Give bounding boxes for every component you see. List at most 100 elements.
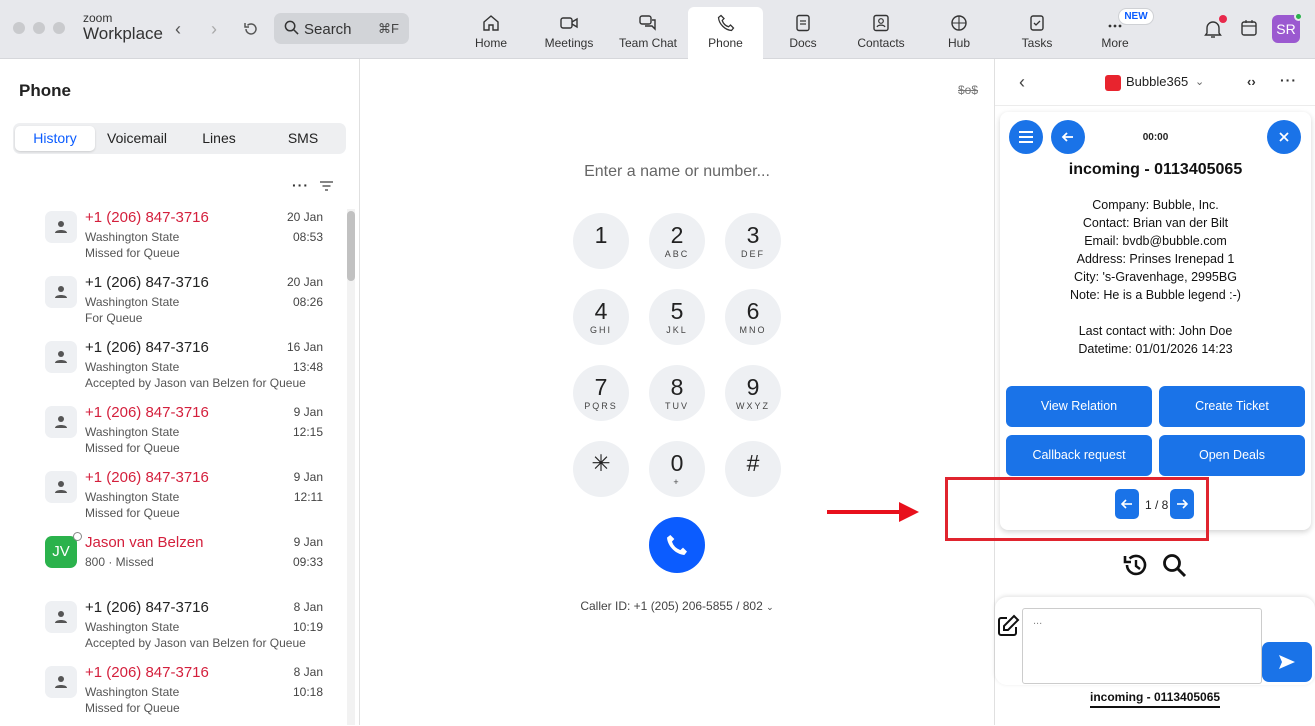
tab-meetings[interactable]: Meetings xyxy=(540,7,598,59)
dial-key-6[interactable]: 6 MNO xyxy=(725,289,781,345)
person-icon xyxy=(55,676,67,688)
call-date: 9 Jan xyxy=(293,535,323,549)
caller-id[interactable]: Caller ID: +1 (205) 206-5855 / 802 ⌄ xyxy=(360,599,994,613)
minimize-window-button[interactable] xyxy=(33,22,45,34)
contact-info-line: Last contact with: John Doe xyxy=(1078,324,1233,338)
list-item[interactable]: +1 (206) 847-3716 Washington State Missed … xyxy=(45,664,335,726)
dial-key-12[interactable]: # xyxy=(725,441,781,497)
calendar-icon[interactable] xyxy=(1240,19,1258,37)
code-icon[interactable]: ‹› xyxy=(1247,74,1256,89)
chat-icon xyxy=(639,15,656,31)
presence-status-icon xyxy=(73,532,82,541)
call-location: Washington State xyxy=(85,360,180,374)
more-icon[interactable]: ··· xyxy=(1280,72,1297,88)
avatar xyxy=(45,276,77,308)
subtab-voicemail[interactable]: Voicemail xyxy=(97,126,177,151)
call-status: Accepted by Jason van Belzen for Queue xyxy=(85,376,306,390)
message-textarea[interactable]: ... xyxy=(1022,608,1262,684)
call-date: 8 Jan xyxy=(293,665,323,679)
incoming-title: incoming - 0113405065 xyxy=(1068,161,1243,178)
dial-key-4[interactable]: 4 GHI xyxy=(573,289,629,345)
tab-hub[interactable]: Hub xyxy=(935,7,983,59)
forward-arrow-icon[interactable]: › xyxy=(211,19,217,40)
history-icon[interactable] xyxy=(1122,551,1150,579)
edit-icon[interactable] xyxy=(996,614,1020,638)
chevron-down-icon[interactable]: ⌄ xyxy=(1195,75,1204,88)
key-digit: 6 xyxy=(746,298,760,324)
open-deals-button[interactable]: Open Deals xyxy=(1159,435,1305,476)
back-icon[interactable]: ‹ xyxy=(1019,72,1025,93)
subtab-sms[interactable]: SMS xyxy=(263,126,343,151)
dial-key-1[interactable]: 1 xyxy=(573,213,629,269)
filter-icon[interactable] xyxy=(320,181,333,191)
subtab-history[interactable]: History xyxy=(15,126,95,151)
phone-icon xyxy=(667,535,687,555)
call-status: For Queue xyxy=(85,311,143,325)
corner-text: $o$ xyxy=(958,83,979,97)
search-icon[interactable] xyxy=(1161,552,1187,578)
list-item[interactable]: +1 (206) 847-3716 Washington State Accepte… xyxy=(45,599,335,661)
view-relation-button[interactable]: View Relation xyxy=(1006,386,1152,427)
call-time: 09:33 xyxy=(292,555,323,569)
list-item[interactable]: +1 (206) 847-3716 Washington State Missed … xyxy=(45,404,335,466)
back-arrow-icon[interactable]: ‹ xyxy=(175,19,181,40)
tab-tasks-label: Tasks xyxy=(1021,36,1053,50)
call-time: 10:19 xyxy=(292,620,323,634)
history-icon[interactable] xyxy=(243,21,259,37)
tab-home-label: Home xyxy=(474,36,507,50)
dial-key-2[interactable]: 2 ABC xyxy=(649,213,705,269)
dial-key-8[interactable]: 8 TUV xyxy=(649,365,705,421)
subtab-lines[interactable]: Lines xyxy=(179,126,259,151)
close-button[interactable] xyxy=(1267,120,1301,154)
list-item[interactable]: +1 (206) 847-3716 Washington State For Que… xyxy=(45,274,335,336)
app-name[interactable]: Bubble365 xyxy=(1126,74,1188,89)
create-ticket-button[interactable]: Create Ticket xyxy=(1159,386,1305,427)
call-button[interactable] xyxy=(649,517,705,573)
close-window-button[interactable] xyxy=(13,22,25,34)
dial-key-9[interactable]: 9 WXYZ xyxy=(725,365,781,421)
dial-key-11[interactable]: 0 + xyxy=(649,441,705,497)
list-item[interactable]: +1 (206) 847-3716 Washington State Missed … xyxy=(45,209,335,271)
caller-name: +1 (206) 847-3716 xyxy=(85,339,209,356)
dial-key-5[interactable]: 5 JKL xyxy=(649,289,705,345)
bell-icon[interactable] xyxy=(1204,19,1222,39)
compose-area: ... xyxy=(995,597,1315,685)
zoom-window-button[interactable] xyxy=(53,22,65,34)
call-location: Washington State xyxy=(85,295,180,309)
list-item[interactable]: JV Jason van Belzen 800 · Missed 9 Jan 09:33 xyxy=(45,532,335,596)
callback-request-button[interactable]: Callback request xyxy=(1006,435,1152,476)
key-letters: TUV xyxy=(665,401,689,411)
search-button[interactable]: Search ⌘F xyxy=(274,13,409,44)
list-item[interactable]: +1 (206) 847-3716 Washington State Missed … xyxy=(45,469,335,531)
phone-subtabs: History Voicemail Lines SMS xyxy=(13,123,346,154)
online-status-dot xyxy=(1294,12,1303,21)
tab-home[interactable]: Home xyxy=(462,7,520,59)
more-options-icon[interactable]: ··· xyxy=(292,177,309,193)
call-time: 08:53 xyxy=(292,230,323,244)
dial-key-7[interactable]: 7 PQRS xyxy=(573,365,629,421)
caller-name: +1 (206) 847-3716 xyxy=(85,274,209,291)
send-button[interactable] xyxy=(1262,642,1312,682)
tab-contacts[interactable]: Contacts xyxy=(850,7,912,59)
caller-id-text: Caller ID: +1 (205) 206-5855 / 802 xyxy=(580,599,763,613)
history-scrollbar[interactable] xyxy=(347,209,355,725)
number-input[interactable]: Enter a name or number... xyxy=(360,163,994,181)
dial-key-10[interactable]: ✳ xyxy=(573,441,629,497)
call-date: 20 Jan xyxy=(286,210,323,224)
search-label: Search xyxy=(304,21,352,38)
scrollbar-thumb[interactable] xyxy=(347,211,355,281)
tab-docs[interactable]: Docs xyxy=(774,7,832,59)
tab-phone[interactable]: Phone xyxy=(688,7,763,59)
call-date: 16 Jan xyxy=(286,340,323,354)
contact-info-line: Address: Prinses Irenepad 1 xyxy=(1076,252,1235,266)
call-location: Washington State xyxy=(85,685,180,699)
list-item[interactable]: +1 (206) 847-3716 Washington State Accepte… xyxy=(45,339,335,401)
call-status: Missed for Queue xyxy=(85,246,180,260)
contact-info-line: Company: Bubble, Inc. xyxy=(1092,198,1219,212)
person-icon xyxy=(55,611,67,623)
tab-tasks[interactable]: Tasks xyxy=(1013,7,1061,59)
person-icon xyxy=(55,286,67,298)
tab-team-chat[interactable]: Team Chat xyxy=(614,7,682,59)
person-icon xyxy=(55,481,67,493)
dial-key-3[interactable]: 3 DEF xyxy=(725,213,781,269)
